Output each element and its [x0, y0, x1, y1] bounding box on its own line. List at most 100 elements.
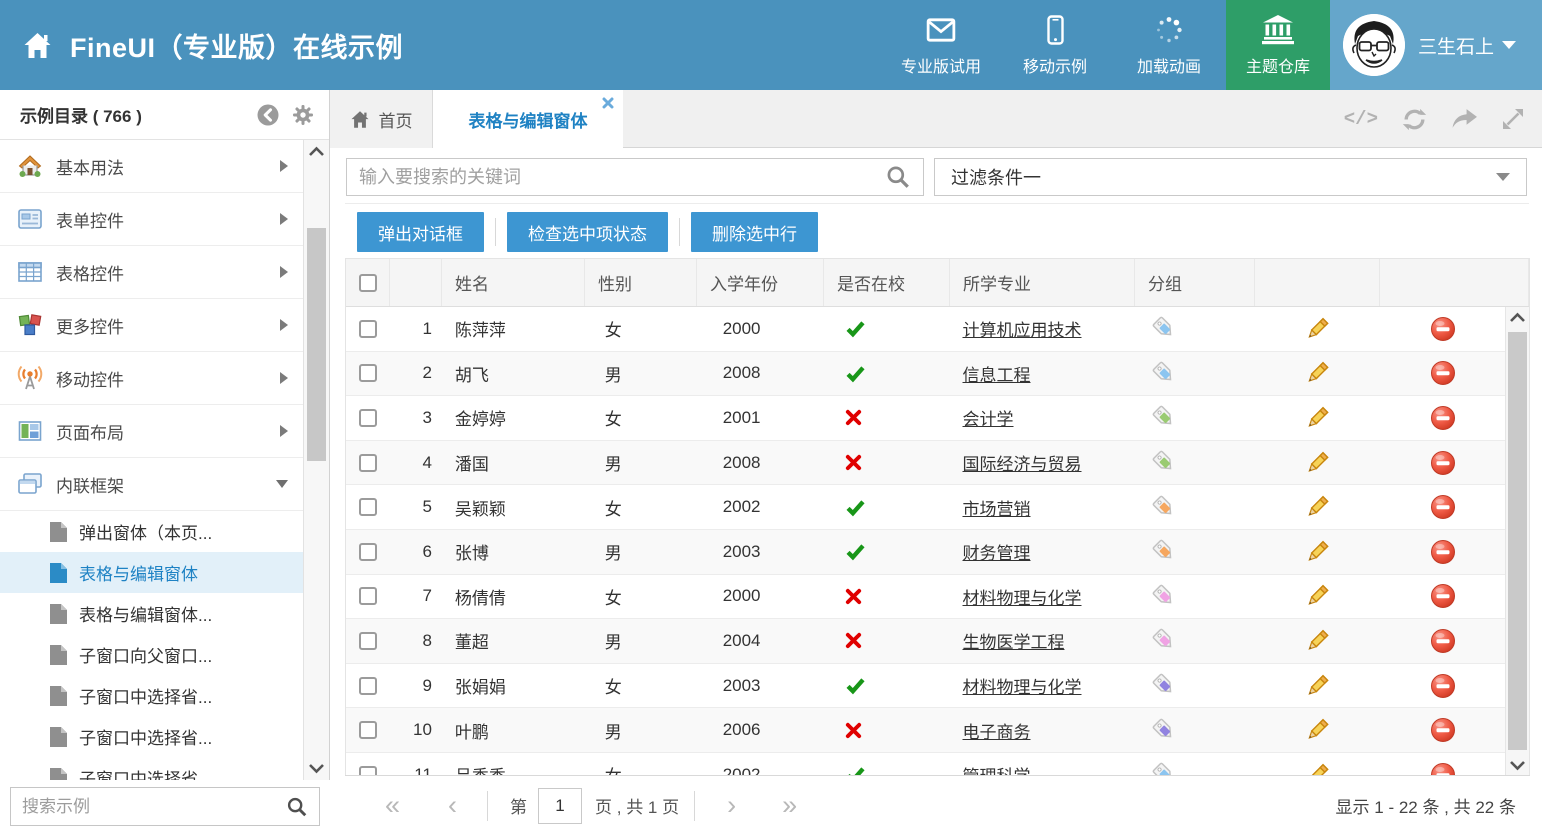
row-checkbox[interactable]: [359, 721, 377, 739]
delete-button[interactable]: [1379, 450, 1506, 476]
sidebar-group-2[interactable]: 表单控件: [0, 193, 303, 246]
major-link[interactable]: 国际经济与贸易: [963, 450, 1082, 475]
sidebar-group-1[interactable]: 基本用法: [0, 140, 303, 193]
first-page-icon[interactable]: «: [385, 792, 400, 819]
cross-icon: [845, 454, 862, 471]
delete-button[interactable]: [1379, 494, 1506, 520]
delete-button[interactable]: [1379, 539, 1506, 565]
delete-button[interactable]: [1379, 583, 1506, 609]
delete-button[interactable]: [1379, 673, 1506, 699]
sidebar-scrollbar[interactable]: [303, 140, 329, 780]
edit-button[interactable]: [1254, 316, 1379, 342]
share-icon[interactable]: [1451, 108, 1478, 131]
grid-scrollbar[interactable]: [1505, 307, 1529, 776]
delete-button[interactable]: [1379, 316, 1506, 342]
major-link[interactable]: 生物医学工程: [963, 628, 1065, 653]
toolbar-button-1[interactable]: 弹出对话框: [357, 212, 484, 252]
edit-button[interactable]: [1254, 360, 1379, 386]
major-link[interactable]: 管理科学: [963, 762, 1031, 776]
user-menu[interactable]: 三生石上: [1330, 0, 1542, 90]
major-link[interactable]: 材料物理与化学: [963, 673, 1082, 698]
scrollbar-thumb[interactable]: [307, 228, 326, 461]
row-checkbox[interactable]: [359, 454, 377, 472]
select-all-checkbox[interactable]: [359, 274, 377, 292]
sidebar-item-1[interactable]: 弹出窗体（本页...: [0, 511, 303, 552]
header-action-theme[interactable]: 主题仓库: [1226, 0, 1330, 90]
edit-button[interactable]: [1254, 628, 1379, 654]
row-checkbox[interactable]: [359, 320, 377, 338]
search-input[interactable]: [22, 797, 286, 817]
sidebar-group-6[interactable]: 页面布局: [0, 405, 303, 458]
close-icon[interactable]: [602, 97, 614, 109]
last-page-icon[interactable]: »: [782, 792, 797, 819]
edit-button[interactable]: [1254, 673, 1379, 699]
tab-active[interactable]: 表格与编辑窗体: [433, 90, 623, 149]
sidebar-item-3[interactable]: 表格与编辑窗体...: [0, 593, 303, 634]
cell-gender: 女: [585, 762, 697, 776]
search-icon[interactable]: [286, 796, 308, 818]
major-link[interactable]: 计算机应用技术: [963, 316, 1082, 341]
source-code-icon[interactable]: </>: [1344, 108, 1378, 130]
sidebar-group-5[interactable]: 移动控件: [0, 352, 303, 405]
edit-button[interactable]: [1254, 494, 1379, 520]
row-checkbox[interactable]: [359, 498, 377, 516]
edit-button[interactable]: [1254, 405, 1379, 431]
major-link[interactable]: 材料物理与化学: [963, 584, 1082, 609]
next-page-icon[interactable]: ›: [727, 792, 736, 819]
edit-button[interactable]: [1254, 717, 1379, 743]
major-link[interactable]: 电子商务: [963, 718, 1031, 743]
remove-icon: [1430, 316, 1456, 342]
major-link[interactable]: 信息工程: [963, 361, 1031, 386]
delete-button[interactable]: [1379, 717, 1506, 743]
header-action-trial[interactable]: 专业版试用: [884, 0, 998, 90]
user-name: 三生石上: [1418, 32, 1494, 59]
remove-icon: [1430, 717, 1456, 743]
sidebar-group-3[interactable]: 表格控件: [0, 246, 303, 299]
page-number-input[interactable]: [538, 788, 582, 824]
refresh-icon[interactable]: [1402, 107, 1427, 132]
scroll-up-icon[interactable]: [1509, 312, 1526, 323]
gear-icon[interactable]: [291, 103, 315, 127]
delete-button[interactable]: [1379, 628, 1506, 654]
tab-home[interactable]: 首页: [330, 90, 433, 148]
sidebar-item-7[interactable]: 子窗口中选择省: [0, 757, 303, 780]
major-link[interactable]: 财务管理: [963, 539, 1031, 564]
row-checkbox[interactable]: [359, 587, 377, 605]
edit-button[interactable]: [1254, 762, 1379, 776]
collapse-sidebar-icon[interactable]: [256, 103, 280, 127]
search-icon[interactable]: [885, 164, 911, 190]
brand[interactable]: FineUI（专业版）在线示例: [0, 26, 403, 65]
sidebar-item-2[interactable]: 表格与编辑窗体: [0, 552, 303, 593]
toolbar-button-3[interactable]: 删除选中行: [691, 212, 818, 252]
row-checkbox[interactable]: [359, 632, 377, 650]
prev-page-icon[interactable]: ‹: [448, 792, 457, 819]
sidebar-item-5[interactable]: 子窗口中选择省...: [0, 675, 303, 716]
header-action-loading[interactable]: 加载动画: [1112, 0, 1226, 90]
expand-icon[interactable]: [1502, 108, 1524, 130]
major-link[interactable]: 会计学: [963, 405, 1014, 430]
major-link[interactable]: 市场营销: [963, 495, 1031, 520]
sidebar-item-4[interactable]: 子窗口向父窗口...: [0, 634, 303, 675]
scroll-up-icon[interactable]: [308, 146, 325, 157]
header-action-mobile[interactable]: 移动示例: [998, 0, 1112, 90]
row-checkbox[interactable]: [359, 409, 377, 427]
row-checkbox[interactable]: [359, 677, 377, 695]
toolbar-button-2[interactable]: 检查选中项状态: [507, 212, 668, 252]
scroll-down-icon[interactable]: [1509, 760, 1526, 771]
filter-dropdown[interactable]: 过滤条件一: [934, 158, 1527, 196]
edit-button[interactable]: [1254, 539, 1379, 565]
row-checkbox[interactable]: [359, 543, 377, 561]
sidebar-group-7[interactable]: 内联框架: [0, 458, 303, 511]
delete-button[interactable]: [1379, 405, 1506, 431]
scrollbar-thumb[interactable]: [1508, 332, 1527, 750]
edit-button[interactable]: [1254, 583, 1379, 609]
row-checkbox[interactable]: [359, 364, 377, 382]
sidebar-item-6[interactable]: 子窗口中选择省...: [0, 716, 303, 757]
keyword-search-input[interactable]: [359, 167, 885, 188]
delete-button[interactable]: [1379, 360, 1506, 386]
scroll-down-icon[interactable]: [308, 763, 325, 774]
sidebar-group-4[interactable]: 更多控件: [0, 299, 303, 352]
page-label-suffix: 页 , 共 1 页: [595, 793, 679, 818]
delete-button[interactable]: [1379, 762, 1506, 776]
edit-button[interactable]: [1254, 450, 1379, 476]
